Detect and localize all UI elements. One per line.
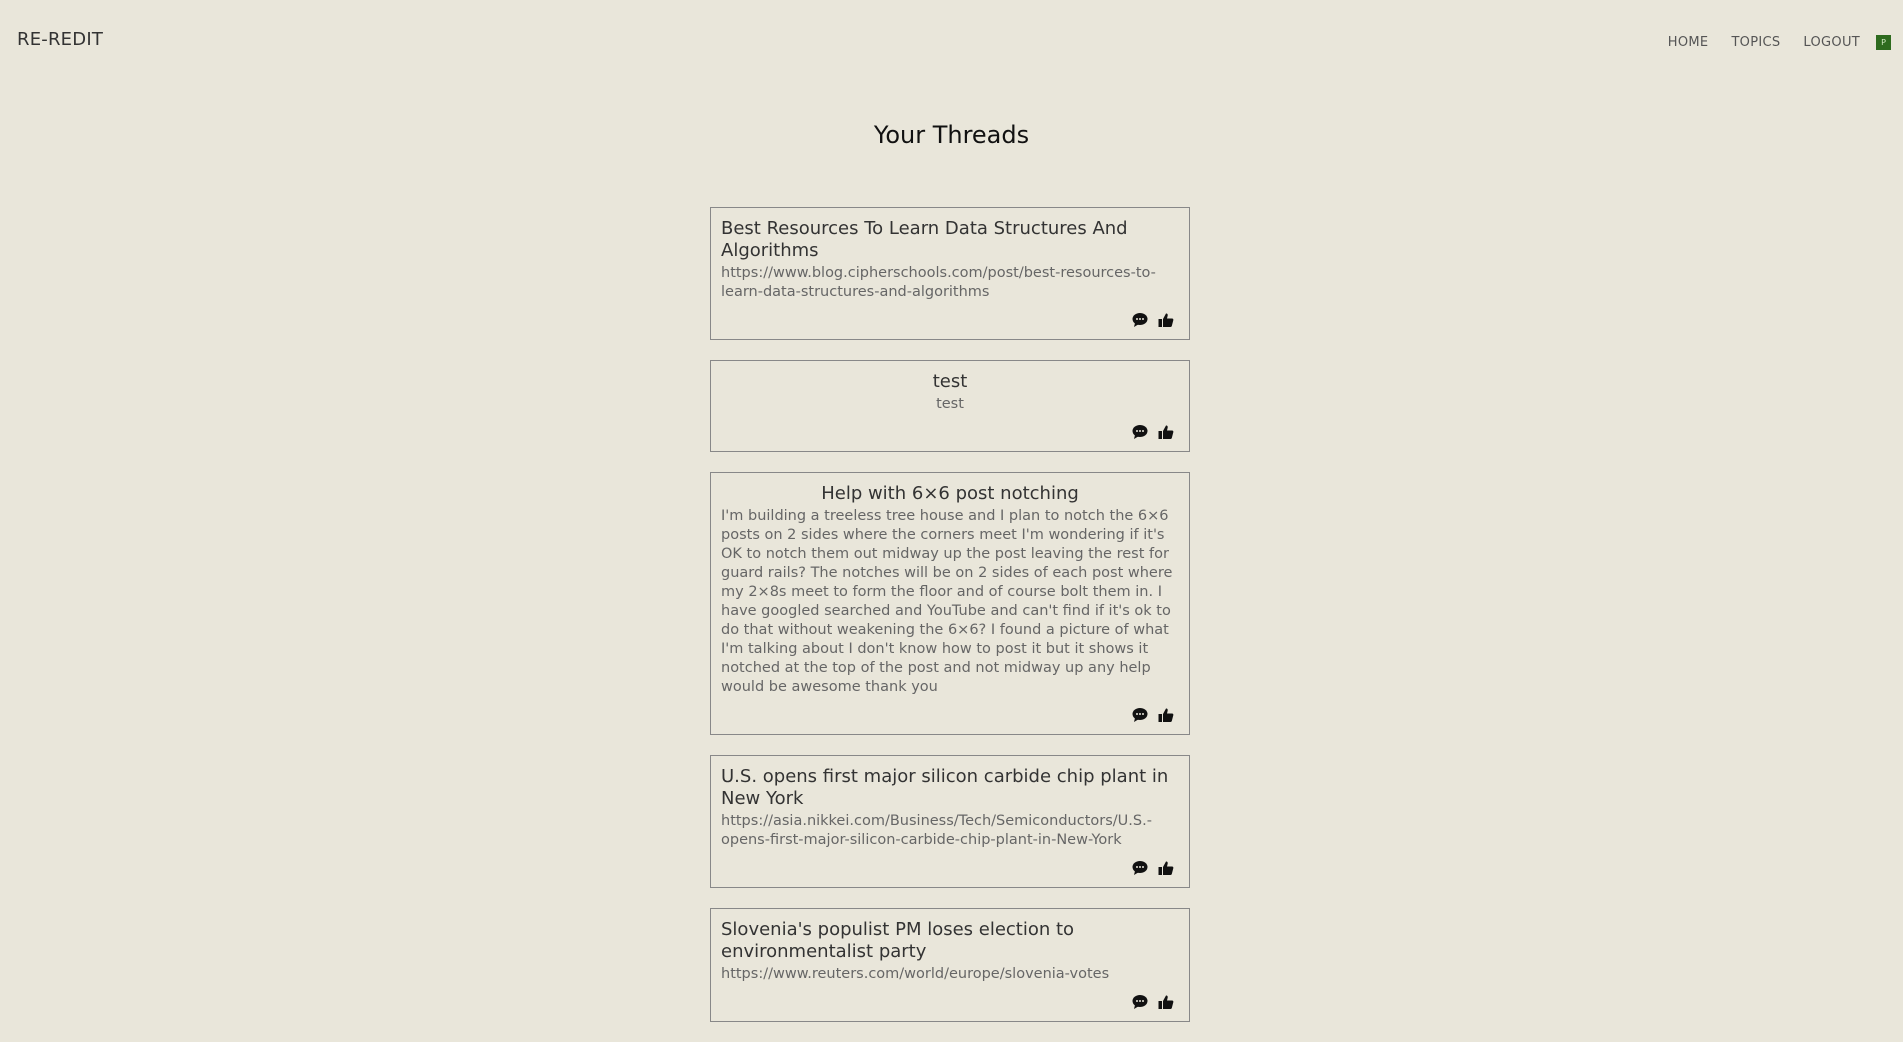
thread-body: https://www.blog.cipherschools.com/post/…	[721, 265, 1156, 300]
nav-logout-link[interactable]: LOGOUT	[1803, 35, 1860, 50]
comment-icon[interactable]	[1131, 993, 1149, 1011]
nav-topics-link[interactable]: TOPICS	[1731, 35, 1780, 50]
thread-card[interactable]: Best Resources To Learn Data Structures …	[710, 207, 1190, 340]
thread-card[interactable]: test test	[710, 360, 1190, 452]
thread-card[interactable]: Slovenia's populist PM loses election to…	[710, 908, 1190, 1022]
thread-actions	[721, 706, 1179, 724]
thread-actions	[721, 993, 1179, 1011]
thread-list: Best Resources To Learn Data Structures …	[710, 207, 1190, 1042]
thread-actions	[721, 859, 1179, 877]
thread-body: test	[936, 396, 964, 412]
thread-actions	[721, 423, 1179, 441]
thread-card[interactable]: U.S. opens first major silicon carbide c…	[710, 755, 1190, 888]
comment-icon[interactable]	[1131, 859, 1149, 877]
top-navbar: RE-REDIT HOME TOPICS LOGOUT P	[0, 0, 1903, 80]
comment-icon[interactable]	[1131, 311, 1149, 329]
page-title: Your Threads	[873, 121, 1030, 149]
thumbs-up-icon[interactable]	[1157, 993, 1175, 1011]
brand-logo[interactable]: RE-REDIT	[17, 29, 103, 50]
thread-actions	[721, 311, 1179, 329]
thread-title[interactable]: U.S. opens first major silicon carbide c…	[721, 766, 1179, 810]
thread-title[interactable]: Best Resources To Learn Data Structures …	[721, 218, 1179, 262]
nav-home-link[interactable]: HOME	[1668, 35, 1709, 50]
thread-card[interactable]: Help with 6×6 post notching I'm building…	[710, 472, 1190, 735]
thread-title[interactable]: Help with 6×6 post notching	[721, 483, 1179, 505]
thumbs-up-icon[interactable]	[1157, 706, 1175, 724]
thumbs-up-icon[interactable]	[1157, 859, 1175, 877]
nav-links: HOME TOPICS LOGOUT P	[1668, 35, 1891, 50]
thread-body: https://asia.nikkei.com/Business/Tech/Se…	[721, 813, 1152, 848]
avatar[interactable]: P	[1876, 35, 1891, 50]
thumbs-up-icon[interactable]	[1157, 311, 1175, 329]
thread-title[interactable]: Slovenia's populist PM loses election to…	[721, 919, 1179, 963]
thread-body: https://www.reuters.com/world/europe/slo…	[721, 966, 1110, 982]
thread-body: I'm building a treeless tree house and I…	[721, 508, 1173, 695]
thumbs-up-icon[interactable]	[1157, 423, 1175, 441]
comment-icon[interactable]	[1131, 706, 1149, 724]
comment-icon[interactable]	[1131, 423, 1149, 441]
thread-title[interactable]: test	[721, 371, 1179, 393]
